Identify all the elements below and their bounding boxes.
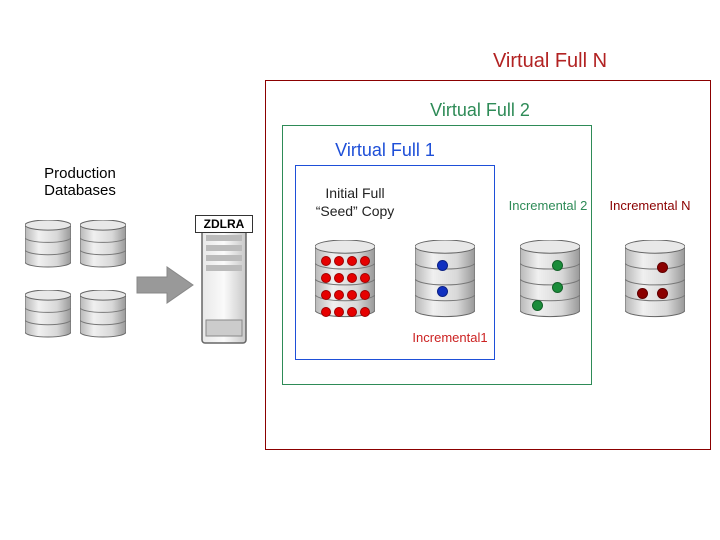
inc1-db: [415, 240, 475, 322]
virtual-full-n-label: Virtual Full N: [450, 50, 650, 73]
inc2-label: Incremental 2: [498, 198, 598, 213]
data-dot: [321, 307, 331, 317]
data-dot: [657, 262, 668, 273]
virtual-full-1-label: Virtual Full 1: [310, 140, 460, 161]
prod-db-1: [25, 220, 71, 270]
zdlra-server-icon: [200, 215, 248, 350]
seed-db: [315, 240, 375, 322]
data-dot: [321, 290, 331, 300]
prod-db-4: [80, 290, 126, 340]
data-dot: [321, 256, 331, 266]
data-dot: [347, 307, 357, 317]
inc1-label: Incremental1: [400, 330, 500, 345]
data-dot: [347, 273, 357, 283]
data-dot: [437, 260, 448, 271]
data-dot: [657, 288, 668, 299]
data-dot: [334, 273, 344, 283]
virtual-full-2-label: Virtual Full 2: [380, 100, 580, 121]
incN-db: [625, 240, 685, 322]
data-dot: [334, 290, 344, 300]
incN-label: Incremental N: [600, 198, 700, 213]
prod-db-3: [25, 290, 71, 340]
data-dot: [334, 256, 344, 266]
data-dot: [360, 256, 370, 266]
inc2-db: [520, 240, 580, 322]
data-dot: [360, 290, 370, 300]
seed-label-1: Initial Full: [305, 185, 405, 201]
flow-arrow-icon: [135, 265, 195, 310]
data-dot: [360, 273, 370, 283]
data-dot: [360, 307, 370, 317]
zdlra-label: ZDLRA: [195, 215, 253, 233]
prod-db-2: [80, 220, 126, 270]
data-dot: [437, 286, 448, 297]
data-dot: [347, 290, 357, 300]
data-dot: [637, 288, 648, 299]
data-dot: [552, 260, 563, 271]
data-dot: [532, 300, 543, 311]
data-dot: [347, 256, 357, 266]
data-dot: [321, 273, 331, 283]
data-dot: [334, 307, 344, 317]
production-db-label: Production Databases: [20, 165, 140, 199]
data-dot: [552, 282, 563, 293]
seed-label-2: “Seed” Copy: [305, 203, 405, 219]
